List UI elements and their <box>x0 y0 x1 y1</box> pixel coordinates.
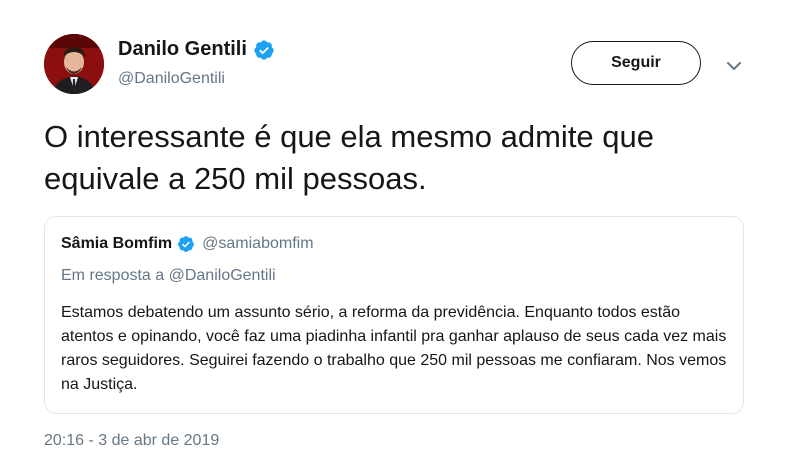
verified-badge-icon <box>254 39 274 60</box>
avatar-photo-icon <box>44 34 104 94</box>
tweet-text: O interessante é que ela mesmo admite qu… <box>44 119 655 196</box>
author-name[interactable]: Danilo Gentili <box>118 38 247 61</box>
quoted-header: Sâmia Bomfim @samiabomfim <box>61 235 314 253</box>
author-avatar[interactable] <box>44 34 104 94</box>
tweet-timestamp[interactable]: 20:16 - 3 de abr de 2019 <box>44 432 219 450</box>
chevron-down-icon[interactable] <box>724 56 744 76</box>
reply-prefix: Em resposta a <box>61 267 165 284</box>
verified-badge-icon <box>178 236 195 252</box>
quoted-author-handle: @samiabomfim <box>202 235 314 252</box>
quoted-tweet[interactable]: Sâmia Bomfim @samiabomfim Em resposta a … <box>44 216 744 414</box>
follow-button[interactable]: Seguir <box>571 41 701 85</box>
reply-context: Em resposta a @DaniloGentili <box>61 267 276 285</box>
reply-to-handle[interactable]: @DaniloGentili <box>169 267 276 284</box>
quoted-tweet-text: Estamos debatendo um assunto sério, a re… <box>61 304 727 393</box>
author-name-row: Danilo Gentili <box>118 38 275 61</box>
author-handle[interactable]: @DaniloGentili <box>118 70 225 88</box>
quoted-author-name: Sâmia Bomfim <box>61 235 173 252</box>
